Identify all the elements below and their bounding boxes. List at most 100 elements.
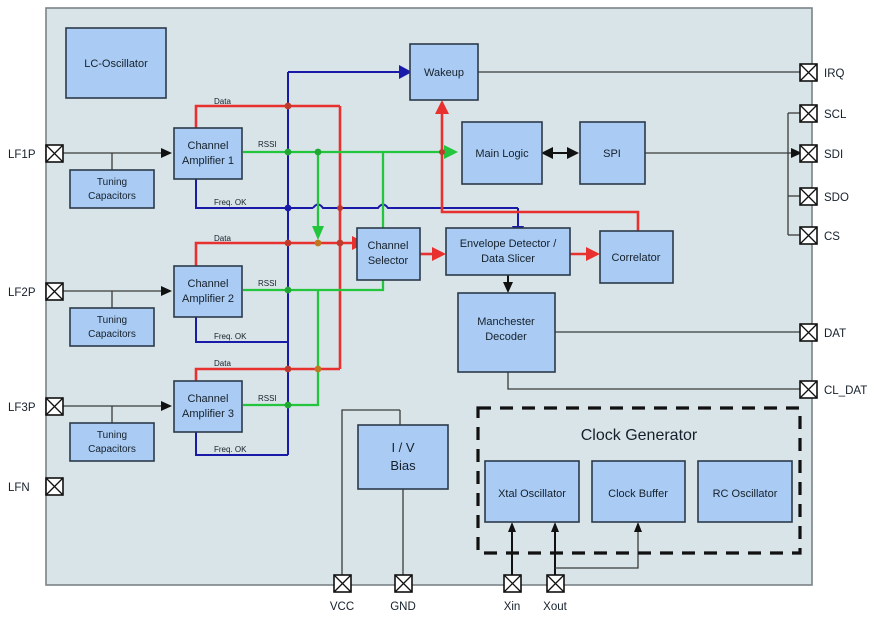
block-channel-amplifier-3[interactable]: Channel Amplifier 3 <box>173 380 243 433</box>
pin-label: SDO <box>824 192 849 204</box>
pin-lfn[interactable]: LFN <box>8 477 64 496</box>
block-tuning-capacitors-2[interactable]: Tuning Capacitors <box>69 307 155 347</box>
block-label-line2: Capacitors <box>88 329 136 340</box>
block-label-line1: Channel <box>188 140 229 152</box>
block-label-line1: Manchester <box>477 316 535 328</box>
junction-dot <box>284 239 292 247</box>
block-label: Clock Buffer <box>608 488 668 500</box>
block-channel-selector[interactable]: Channel Selector <box>356 227 421 281</box>
block-label-line1: Channel <box>188 393 229 405</box>
block-tuning-capacitors-3[interactable]: Tuning Capacitors <box>69 422 155 462</box>
signal-label-freq-ok-2: Freq. OK <box>214 332 247 341</box>
junction-dot <box>314 239 322 247</box>
signal-label-rssi-2: RSSI <box>258 279 277 288</box>
block-correlator[interactable]: Correlator <box>599 230 674 284</box>
block-clock-buffer[interactable]: Clock Buffer <box>591 460 686 523</box>
block-label: Xtal Oscillator <box>498 488 566 500</box>
pin-lf2p[interactable]: LF2P <box>8 282 64 301</box>
block-label-line2: Decoder <box>485 331 527 343</box>
block-label-line2: Capacitors <box>88 444 136 455</box>
pin-label: LF3P <box>8 402 36 414</box>
diagram-svg: LC-Oscillator Wakeup Main Logic SPI Chan… <box>8 7 867 613</box>
block-label-line1: Tuning <box>97 177 127 188</box>
clock-generator-title: Clock Generator <box>581 427 698 444</box>
block-label: SPI <box>603 148 621 160</box>
pin-xin[interactable]: Xin <box>503 574 522 613</box>
junction-dot <box>284 401 292 409</box>
signal-label-data-2: Data <box>214 234 231 243</box>
junction-dot <box>314 148 322 156</box>
signal-label-rssi-3: RSSI <box>258 394 277 403</box>
block-xtal-oscillator[interactable]: Xtal Oscillator <box>484 460 580 523</box>
junction-dot <box>284 365 292 373</box>
pin-label: LFN <box>8 482 30 494</box>
pin-label: DAT <box>824 328 846 340</box>
pin-xout[interactable]: Xout <box>543 574 568 613</box>
pin-label: GND <box>390 601 416 613</box>
junction-dot <box>284 102 292 110</box>
junction-dot <box>314 365 322 373</box>
block-label-line1: Tuning <box>97 315 127 326</box>
pin-label: SCL <box>824 109 847 121</box>
junction-dot <box>284 204 292 212</box>
pin-cl-dat[interactable]: CL_DAT <box>799 380 867 399</box>
block-diagram-canvas: LC-Oscillator Wakeup Main Logic SPI Chan… <box>0 0 869 621</box>
pin-cs[interactable]: CS <box>799 226 840 245</box>
pin-dat[interactable]: DAT <box>799 323 846 342</box>
junction-dot <box>439 149 445 155</box>
pin-label: Xin <box>504 601 521 613</box>
block-label: Correlator <box>612 252 661 264</box>
block-label: RC Oscillator <box>713 488 778 500</box>
block-label-line2: Amplifier 2 <box>182 293 234 305</box>
pin-label: IRQ <box>824 68 845 80</box>
signal-label-data-3: Data <box>214 359 231 368</box>
pin-lf1p[interactable]: LF1P <box>8 144 64 163</box>
pin-label: LF2P <box>8 287 36 299</box>
block-label: Main Logic <box>475 148 529 160</box>
pin-label: LF1P <box>8 149 36 161</box>
block-label-line2: Amplifier 1 <box>182 155 234 167</box>
pin-label: Xout <box>543 601 567 613</box>
block-label-line2: Bias <box>390 458 416 473</box>
block-main-logic[interactable]: Main Logic <box>461 121 543 185</box>
signal-label-freq-ok-1: Freq. OK <box>214 198 247 207</box>
block-wakeup[interactable]: Wakeup <box>409 43 479 101</box>
pin-sdi[interactable]: SDI <box>799 144 843 163</box>
signal-label-data-1: Data <box>214 97 231 106</box>
pin-label: VCC <box>330 601 354 613</box>
block-label-line1: I / V <box>391 440 414 455</box>
block-envelope-detector[interactable]: Envelope Detector / Data Slicer <box>445 227 571 276</box>
junction-dot <box>337 205 343 211</box>
block-manchester-decoder[interactable]: Manchester Decoder <box>457 292 556 373</box>
block-label-line1: Tuning <box>97 430 127 441</box>
block-label-line1: Channel <box>368 240 409 252</box>
signal-label-rssi-1: RSSI <box>258 140 277 149</box>
pin-sdo[interactable]: SDO <box>799 187 849 206</box>
pin-label: CL_DAT <box>824 385 867 397</box>
block-label-line2: Data Slicer <box>481 253 535 265</box>
pin-scl[interactable]: SCL <box>799 104 847 123</box>
signal-label-freq-ok-3: Freq. OK <box>214 445 247 454</box>
pin-irq[interactable]: IRQ <box>799 63 845 82</box>
junction-dot <box>336 239 344 247</box>
block-channel-amplifier-2[interactable]: Channel Amplifier 2 <box>173 265 243 318</box>
junction-dot <box>284 286 292 294</box>
block-label-line2: Selector <box>368 255 409 267</box>
block-label-line2: Amplifier 3 <box>182 408 234 420</box>
block-rc-oscillator[interactable]: RC Oscillator <box>697 460 793 523</box>
block-label-line2: Capacitors <box>88 191 136 202</box>
block-label: LC-Oscillator <box>84 58 148 70</box>
pin-label: CS <box>824 231 840 243</box>
block-tuning-capacitors-1[interactable]: Tuning Capacitors <box>69 169 155 209</box>
junction-dot <box>284 148 292 156</box>
pin-lf3p[interactable]: LF3P <box>8 397 64 416</box>
pin-vcc[interactable]: VCC <box>330 574 354 613</box>
block-spi[interactable]: SPI <box>579 121 646 185</box>
block-iv-bias[interactable]: I / V Bias <box>357 424 449 490</box>
block-label-line1: Envelope Detector / <box>460 238 558 250</box>
block-lc-oscillator[interactable]: LC-Oscillator <box>65 27 167 99</box>
pin-label: SDI <box>824 149 843 161</box>
block-label: Wakeup <box>424 67 464 79</box>
block-channel-amplifier-1[interactable]: Channel Amplifier 1 <box>173 127 243 180</box>
block-label-line1: Channel <box>188 278 229 290</box>
